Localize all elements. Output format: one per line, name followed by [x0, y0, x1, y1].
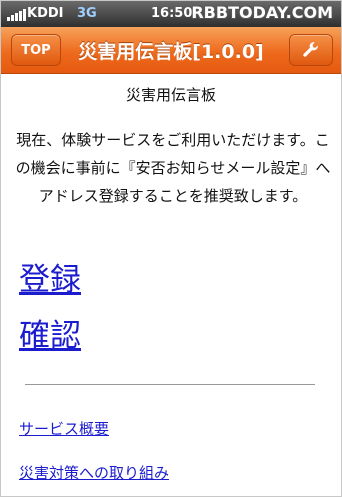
network-type: 3G — [77, 6, 97, 21]
status-time: 16:50 — [151, 6, 193, 21]
disaster-measures-link[interactable]: 災害対策への取り組み — [19, 462, 169, 483]
register-link[interactable]: 登録 — [19, 254, 81, 299]
settings-button[interactable] — [289, 34, 333, 66]
page-heading: 災害用伝言板 — [125, 86, 216, 104]
wrench-icon — [303, 42, 318, 57]
signal-strength-icon — [7, 9, 26, 21]
trial-notice: 現在、体験サービスをご利用いただけます。この機会に事前に『安否お知らせメール設定… — [15, 131, 331, 205]
phone-screen: RBBTODAY.COM KDDI 3G 16:50 TOP 災害用伝言板[1.… — [0, 0, 342, 497]
top-button[interactable]: TOP — [11, 34, 61, 66]
site-watermark: RBBTODAY.COM — [191, 3, 333, 22]
carrier-name: KDDI — [27, 6, 64, 21]
app-title: 災害用伝言板[1.0.0] — [78, 41, 264, 63]
divider — [25, 384, 315, 385]
confirm-link[interactable]: 確認 — [19, 310, 81, 355]
nav-bar: TOP 災害用伝言板[1.0.0] — [1, 27, 341, 74]
service-overview-link[interactable]: サービス概要 — [19, 418, 109, 439]
